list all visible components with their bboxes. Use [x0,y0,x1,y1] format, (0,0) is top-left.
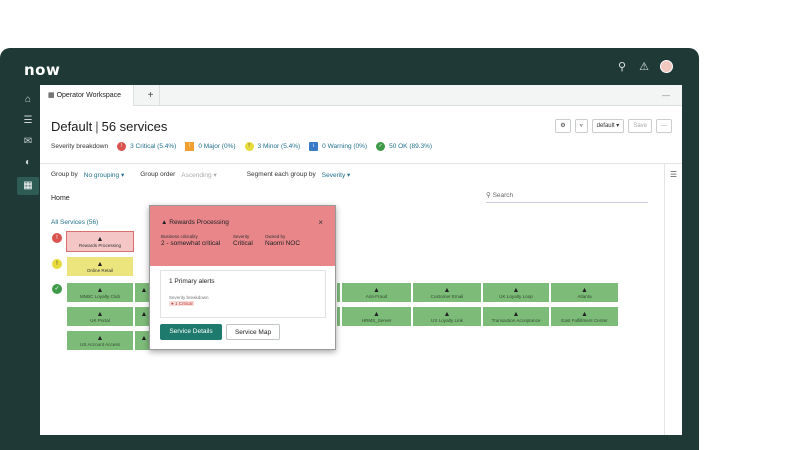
top-bar: now ⚲ ⚠ [0,48,699,85]
avatar[interactable] [660,60,673,73]
search-input[interactable]: ⚲ Search [486,189,648,203]
service-tile[interactable]: ▲ US Loyalty Link [412,306,482,327]
service-icon: ▲ [96,236,104,243]
segment-select[interactable]: Severity ▾ [322,171,351,179]
service-icon: ▲ [96,335,104,342]
service-icon: ▲ [581,311,588,318]
critical-icon: ! [117,142,127,151]
service-tile[interactable]: ▲ Atlanta [550,282,619,303]
tab-bar: ▦ Operator Workspace + — [40,85,682,106]
add-tab-button[interactable]: + [142,85,160,106]
grid-icon: ▦ [48,92,57,99]
service-icon: ▲ [96,287,104,294]
search-icon: ⚲ [486,192,493,199]
side-panel-toggle[interactable]: ☰ [664,164,682,435]
service-map-button[interactable]: Service Map [226,324,280,340]
group-by-select[interactable]: No grouping ▾ [84,171,124,179]
group-order-select[interactable]: Ascending ▾ [181,171,216,179]
business-criticality: Business criticality 2 - somewhat critica… [161,234,221,247]
service-icon: ▲ [161,219,170,226]
default-dropdown[interactable]: default ▾ [591,119,625,133]
search-icon[interactable]: ⚲ [616,61,628,73]
bell-icon[interactable]: ⚠ [638,61,650,73]
service-tile[interactable]: ▲ East Fulfillment Center [550,306,619,327]
ok-icon: ✓ [52,284,62,294]
minor-icon: ! [52,259,62,269]
divider [40,163,682,164]
close-icon[interactable]: × [318,218,323,227]
service-icon: ▲ [512,311,520,318]
service-tile[interactable]: ▲ Rewards Processing [66,231,134,252]
service-tile[interactable]: ▲ UK Loyalty Loop [482,282,550,303]
severity-warning[interactable]: i0 Warning (0%) [309,142,367,151]
service-tile[interactable]: ▲ HRMS_Server [341,306,412,327]
service-icon: ▲ [581,287,588,294]
severity-field: Severity Critical [233,234,253,247]
severity-ok[interactable]: ✓ 50 OK (89.3%) [376,142,432,151]
gear-icon[interactable]: ⚙ [555,119,571,133]
toolbar: ⚙ ▿ default ▾ Save ··· [555,119,672,133]
top-icons: ⚲ ⚠ [616,60,673,73]
service-icon: ▲ [373,287,380,294]
popup-title: ▲ Rewards Processing [161,219,229,226]
service-tile[interactable]: ▲ Online Retail [66,256,134,277]
service-icon: ▲ [512,287,520,294]
list-icon[interactable]: ☰ [17,112,39,130]
owned-by: Owned by Naomi NOC [265,234,301,247]
service-tile[interactable]: ▲ MNBC Loyalty Club [66,282,134,303]
app-window: now ⚲ ⚠ ⌂ ☰ ✉ ◐ ▦ ▦ Operator Workspace +… [0,48,699,450]
severity-critical[interactable]: ! 3 Critical (5.4%) [117,142,176,151]
grid-icon[interactable]: ▦ [17,177,39,195]
status-badge[interactable]: ● 1 Critical [169,301,195,306]
severity-major[interactable]: ! 0 Major (0%) [185,142,236,151]
primary-alerts: 1 Primary alerts Severity breakdown ● 1 … [160,270,326,318]
now-logo: now [24,61,61,79]
popup-header: ▲ Rewards Processing × Business critical… [150,206,335,266]
page-title: Default | 56 services [51,119,168,134]
service-icon: ▲ [443,311,451,318]
service-details-button[interactable]: Service Details [160,324,222,340]
save-button[interactable]: Save [628,119,652,133]
service-icon: ▲ [443,287,451,294]
major-icon: ! [185,142,195,151]
home-icon[interactable]: ⌂ [17,91,39,109]
service-tile[interactable]: ▲ Customer Email [412,282,482,303]
all-services-link[interactable]: All Services (56) [51,219,98,226]
service-icon: ▲ [96,261,104,268]
critical-icon: ! [52,233,62,243]
workspace-content: ▦ Operator Workspace + — Default | 56 serv… [40,85,682,435]
inbox-icon[interactable]: ✉ [17,133,39,151]
service-tile[interactable]: ▲ US Account Access [66,330,134,351]
severity-breakdown: Severity breakdown ! 3 Critical (5.4%) ! 0… [51,142,433,151]
filter-icon[interactable]: ▿ [574,119,588,133]
service-tile[interactable]: ▲ Transaction Acceptance [482,306,550,327]
grouping-controls: Group by No grouping ▾ Group order Ascen… [51,171,351,179]
service-icon: ▲ [373,311,380,318]
service-tile[interactable]: ▲ Anti-Fraud [341,282,412,303]
breadcrumb[interactable]: Home [51,195,70,202]
service-icon: ▲ [96,311,104,318]
menu-icon: ☰ [669,170,678,179]
severity-minor[interactable]: ! 3 Minor (5.4%) [244,142,300,151]
more-button[interactable]: ··· [656,119,672,133]
tab-operator-workspace[interactable]: ▦ Operator Workspace [40,85,134,106]
minor-icon: ! [244,142,254,151]
warning-icon: i [309,142,319,151]
service-popup: ▲ Rewards Processing × Business critical… [149,205,336,350]
ok-icon: ✓ [376,142,386,151]
left-nav: ⌂ ☰ ✉ ◐ ▦ [0,85,40,450]
tab-more[interactable]: — [662,85,670,106]
dashboard-icon[interactable]: ◐ [17,154,39,172]
service-tile[interactable]: ▲ UK Portal [66,306,134,327]
